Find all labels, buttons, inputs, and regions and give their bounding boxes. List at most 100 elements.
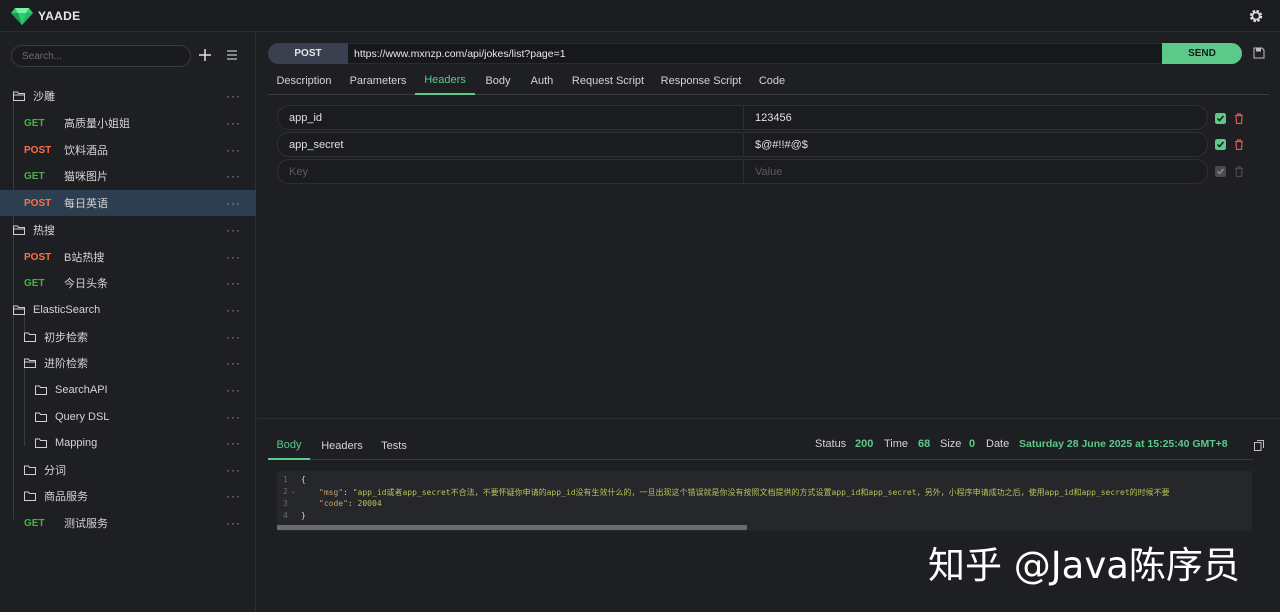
- request-label: 猫咪图片: [64, 171, 108, 183]
- folder-label: Query DSL: [55, 411, 110, 423]
- tab-description[interactable]: Description: [268, 67, 340, 95]
- date-label: Date: [986, 438, 1010, 450]
- folder-label: 沙雕: [33, 91, 55, 103]
- tab-code[interactable]: Code: [754, 67, 790, 95]
- header-value-placeholder[interactable]: Value: [744, 160, 1207, 183]
- folder-icon: [13, 305, 25, 315]
- more-icon[interactable]: ···: [226, 196, 241, 210]
- more-icon[interactable]: ···: [226, 463, 241, 477]
- header-row: app_secret $@#!!#@$: [277, 132, 1208, 157]
- folder-icon: [13, 225, 25, 235]
- sidebar-request[interactable]: GET 测试服务 ···: [0, 510, 256, 536]
- folder-label: Mapping: [55, 437, 98, 449]
- tab-parameters[interactable]: Parameters: [344, 67, 412, 95]
- more-icon[interactable]: ···: [226, 276, 241, 290]
- trash-icon[interactable]: [1234, 139, 1244, 150]
- header-value-input[interactable]: 123456: [744, 106, 1207, 129]
- more-icon[interactable]: ···: [226, 89, 241, 103]
- sidebar-folder[interactable]: Mapping ···: [0, 430, 256, 456]
- request-label: 测试服务: [64, 518, 108, 530]
- more-icon[interactable]: ···: [226, 169, 241, 183]
- send-button[interactable]: SEND: [1162, 43, 1242, 64]
- sidebar-request[interactable]: POST B站热搜 ···: [0, 244, 256, 270]
- tab-headers[interactable]: Headers: [415, 67, 475, 95]
- checkbox-checked-icon[interactable]: [1215, 113, 1226, 124]
- fold-toggle-icon[interactable]: ⌄: [291, 487, 295, 495]
- more-icon[interactable]: ···: [226, 223, 241, 237]
- menu-icon[interactable]: [225, 48, 239, 62]
- header-key-input[interactable]: app_id: [278, 106, 744, 129]
- checkbox-disabled-icon: [1215, 166, 1226, 177]
- more-icon[interactable]: ···: [226, 356, 241, 370]
- json-key: "code": [319, 499, 348, 508]
- folder-icon: [35, 385, 47, 395]
- more-icon[interactable]: ···: [226, 303, 241, 317]
- copy-icon[interactable]: [1254, 440, 1264, 451]
- more-icon[interactable]: ···: [226, 436, 241, 450]
- time-value: 68: [918, 438, 931, 450]
- method-select[interactable]: POST: [268, 43, 348, 64]
- line-number: 1: [283, 475, 288, 484]
- folder-icon: [24, 358, 36, 368]
- time-label: Time: [884, 438, 909, 450]
- more-icon[interactable]: ···: [226, 410, 241, 424]
- tab-response-tests[interactable]: Tests: [376, 432, 412, 460]
- method-badge: GET: [24, 170, 45, 182]
- more-icon[interactable]: ···: [226, 516, 241, 530]
- sidebar-request[interactable]: GET 猫咪图片 ···: [0, 163, 256, 189]
- gear-icon[interactable]: [1248, 8, 1264, 24]
- header-key-input[interactable]: app_secret: [278, 133, 744, 156]
- sidebar-folder[interactable]: 初步检索 ···: [0, 324, 256, 350]
- url-input[interactable]: [348, 43, 1162, 64]
- sidebar-request[interactable]: GET 高质量小姐姐 ···: [0, 110, 256, 136]
- header-key-placeholder[interactable]: Key: [278, 160, 744, 183]
- pane-divider[interactable]: [257, 418, 1280, 419]
- header-value-input[interactable]: $@#!!#@$: [744, 133, 1207, 156]
- response-body-editor[interactable]: 1 { 2 ⌄ "msg": "app_id或者app_secret不合法，不要…: [277, 471, 1252, 531]
- sidebar-folder[interactable]: 沙雕 ···: [0, 83, 256, 109]
- request-label: 高质量小姐姐: [64, 118, 130, 130]
- tab-response-script[interactable]: Response Script: [658, 67, 744, 95]
- sidebar-folder[interactable]: 进阶检索 ···: [0, 350, 256, 376]
- code-line: {: [301, 475, 306, 484]
- top-bar: YAADE: [0, 0, 1280, 32]
- more-icon[interactable]: ···: [226, 143, 241, 157]
- request-label: 今日头条: [64, 278, 108, 290]
- tab-auth[interactable]: Auth: [524, 67, 560, 95]
- save-icon[interactable]: [1253, 47, 1265, 59]
- search-input[interactable]: [11, 45, 191, 67]
- size-value: 0: [969, 438, 976, 450]
- sidebar-folder[interactable]: 商品服务 ···: [0, 483, 256, 509]
- tab-response-headers[interactable]: Headers: [318, 432, 366, 460]
- trash-icon[interactable]: [1234, 113, 1244, 124]
- sidebar-folder[interactable]: ElasticSearch ···: [0, 297, 256, 323]
- more-icon[interactable]: ···: [226, 250, 241, 264]
- horizontal-scrollbar-thumb[interactable]: [277, 525, 747, 530]
- folder-label: 进阶检索: [44, 358, 88, 370]
- sidebar-request[interactable]: GET 今日头条 ···: [0, 270, 256, 296]
- json-string: "app_id或者app_secret不合法，不要怀疑你申请的app_id没有生…: [352, 488, 1170, 497]
- more-icon[interactable]: ···: [226, 383, 241, 397]
- more-icon[interactable]: ···: [226, 489, 241, 503]
- date-value: Saturday 28 June 2025 at 15:25:40 GMT+8: [1019, 438, 1228, 450]
- more-icon[interactable]: ···: [226, 116, 241, 130]
- method-badge: POST: [24, 251, 52, 263]
- add-icon[interactable]: [197, 47, 213, 63]
- line-number: 2: [283, 487, 288, 496]
- sidebar-request-selected[interactable]: POST 每日英语 ···: [0, 190, 256, 216]
- sidebar-folder[interactable]: SearchAPI ···: [0, 377, 256, 403]
- json-number: 20004: [357, 499, 382, 508]
- checkbox-checked-icon[interactable]: [1215, 139, 1226, 150]
- sidebar-folder[interactable]: 分词 ···: [0, 457, 256, 483]
- method-badge: GET: [24, 517, 45, 529]
- tab-body[interactable]: Body: [479, 67, 517, 95]
- folder-label: ElasticSearch: [33, 304, 101, 316]
- tab-request-script[interactable]: Request Script: [570, 67, 646, 95]
- sidebar-folder[interactable]: 热搜 ···: [0, 217, 256, 243]
- tab-response-body[interactable]: Body: [268, 432, 310, 460]
- code-line: "msg": "app_id或者app_secret不合法，不要怀疑你申请的ap…: [319, 488, 1170, 497]
- sidebar-folder[interactable]: Query DSL ···: [0, 404, 256, 430]
- sidebar-request[interactable]: POST 饮料酒品 ···: [0, 137, 256, 163]
- line-number: 3: [283, 499, 288, 508]
- more-icon[interactable]: ···: [226, 330, 241, 344]
